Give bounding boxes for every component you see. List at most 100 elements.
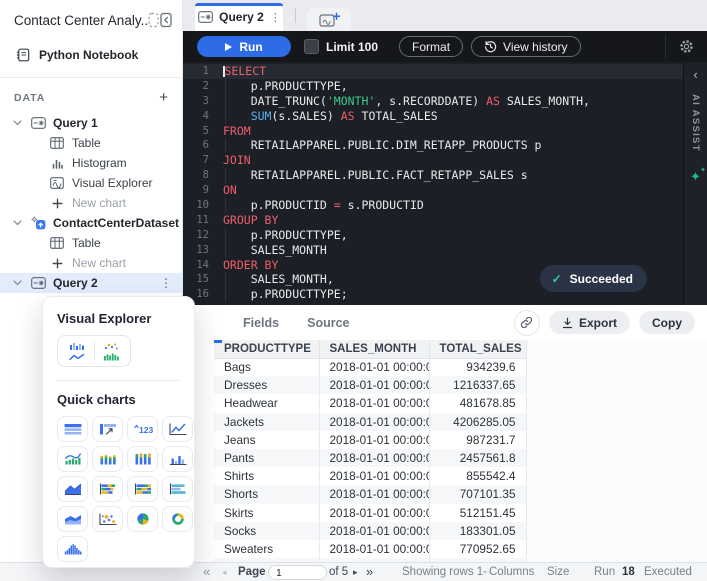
sidebar-item-python-notebook[interactable]: Python Notebook	[0, 42, 182, 68]
view-history-button[interactable]: View history	[471, 36, 580, 57]
line-number: 8	[183, 168, 219, 183]
tree-item-table[interactable]: Table	[0, 233, 182, 253]
chevron-down-icon[interactable]	[13, 280, 23, 286]
visual-explorer-button[interactable]	[57, 335, 131, 367]
tree-item-query-1[interactable]: Query 1	[0, 113, 182, 133]
code-line-7[interactable]: 7JOIN	[183, 153, 683, 168]
format-button[interactable]: Format	[399, 36, 463, 57]
code-line-4[interactable]: 4 SUM(s.SALES) AS TOTAL_SALES	[183, 109, 683, 124]
stacked-area-chart-icon[interactable]	[57, 506, 88, 532]
table-row[interactable]: Socks2018-01-01 00:00:00183301.05	[214, 522, 526, 540]
tree-item-contactcenterdataset[interactable]: ContactCenterDataset	[0, 213, 182, 233]
settings-gear-icon[interactable]	[666, 39, 707, 54]
tree-item-new-chart[interactable]: New chart	[0, 253, 182, 273]
column-chart-icon[interactable]	[127, 446, 158, 472]
table-row[interactable]: Sweaters2018-01-01 00:00:00770952.65	[214, 540, 526, 558]
line-number: 15	[183, 272, 219, 287]
line-number: 10	[183, 198, 219, 213]
plus-icon	[49, 198, 65, 209]
kebab-menu-icon[interactable]: ⋮	[160, 276, 182, 290]
chevron-down-icon[interactable]	[13, 220, 23, 226]
table-row[interactable]: Bags2018-01-01 00:00:00934239.6	[214, 358, 526, 376]
expand-panel-chevron-icon[interactable]: ‹	[693, 68, 697, 81]
ai-sparkle-icon[interactable]: ✦✦	[690, 170, 701, 183]
column-header-total_sales[interactable]: TOTAL_SALES	[429, 340, 526, 358]
workspace-title: Contact Center Analy...	[14, 13, 148, 28]
tree-item-new-chart[interactable]: New chart	[0, 193, 182, 213]
tree-item-histogram[interactable]: Histogram	[0, 153, 182, 173]
table-row[interactable]: Shirts2018-01-01 00:00:00855542.4	[214, 467, 526, 485]
tab-query-2[interactable]: Query 2 ⋮	[195, 3, 283, 31]
columns-label[interactable]: Columns	[489, 563, 534, 581]
table-row[interactable]: Jeans2018-01-01 00:00:00987231.7	[214, 431, 526, 449]
code-line-10[interactable]: 10 p.PRODUCTID = s.PRODUCTID	[183, 198, 683, 213]
table-row[interactable]: Shorts2018-01-01 00:00:00707101.35	[214, 485, 526, 503]
sql-editor[interactable]: 1SELECT2 p.PRODUCTTYPE,3 DATE_TRUNC('MON…	[183, 62, 683, 305]
collapse-sidebar-icon[interactable]	[148, 12, 172, 28]
code-line-2[interactable]: 2 p.PRODUCTTYPE,	[183, 79, 683, 94]
tab-kebab-menu-icon[interactable]: ⋮	[270, 11, 281, 24]
code-line-11[interactable]: 11GROUP BY	[183, 213, 683, 228]
tree-item-query-2[interactable]: Query 2⋮	[0, 273, 182, 293]
code-line-9[interactable]: 9ON	[183, 183, 683, 198]
pie-chart-icon[interactable]	[127, 506, 158, 532]
prev-page-button[interactable]: ◂	[222, 563, 227, 581]
bar-h-chart-icon[interactable]	[162, 476, 193, 502]
tab-source[interactable]: Source	[307, 316, 349, 330]
tree-item-visual-explorer[interactable]: Visual Explorer	[0, 173, 182, 193]
table-row[interactable]: Skirts2018-01-01 00:00:00512151.45	[214, 504, 526, 522]
size-label[interactable]: Size	[547, 563, 569, 581]
donut-chart-icon[interactable]	[162, 506, 193, 532]
limit-checkbox[interactable]: Limit 100	[304, 39, 378, 54]
line-number: 12	[183, 228, 219, 243]
scatter-chart-icon[interactable]	[92, 506, 123, 532]
line-number: 1	[183, 64, 219, 79]
area-chart-icon[interactable]	[57, 476, 88, 502]
chevron-down-icon[interactable]	[13, 120, 23, 126]
bar-chart-icon[interactable]	[162, 446, 193, 472]
combo-chart-icon[interactable]	[57, 446, 88, 472]
code-line-content: ORDER BY	[219, 258, 278, 273]
number-chart-icon[interactable]: 123	[127, 416, 158, 442]
table-row[interactable]: Jackets2018-01-01 00:00:004206285.05	[214, 413, 526, 431]
run-button[interactable]: Run	[197, 36, 291, 57]
tree-item-label: Visual Explorer	[72, 176, 152, 190]
query-icon	[30, 277, 46, 289]
table-cell: Bags	[214, 358, 319, 376]
code-line-1[interactable]: 1SELECT	[183, 64, 683, 79]
results-table-container[interactable]: PRODUCTTYPESALES_MONTHTOTAL_SALESBags201…	[214, 340, 527, 562]
code-line-content: p.PRODUCTTYPE;	[219, 287, 348, 302]
stacked-bar-100-chart-icon[interactable]	[127, 476, 158, 502]
code-line-6[interactable]: 6 RETAILAPPAREL.PUBLIC.DIM_RETAPP_PRODUC…	[183, 138, 683, 153]
column-header-sales_month[interactable]: SALES_MONTH	[319, 340, 429, 358]
export-button[interactable]: Export	[549, 311, 630, 334]
last-page-button[interactable]: »	[366, 563, 373, 581]
code-line-13[interactable]: 13 SALES_MONTH	[183, 243, 683, 258]
page-number-input[interactable]	[268, 565, 327, 580]
table-row[interactable]: Dresses2018-01-01 00:00:001216337.65	[214, 376, 526, 394]
table-chart-icon[interactable]	[57, 416, 88, 442]
tab-fields[interactable]: Fields	[243, 316, 279, 330]
stacked-column-chart-icon[interactable]	[92, 446, 123, 472]
pivot-chart-icon[interactable]	[92, 416, 123, 442]
line-number: 2	[183, 79, 219, 94]
copy-button[interactable]: Copy	[639, 311, 695, 334]
page-count-label: of 5	[329, 563, 348, 581]
next-page-button[interactable]: ▸	[353, 563, 358, 581]
code-line-12[interactable]: 12 p.PRODUCTTYPE,	[183, 228, 683, 243]
first-page-button[interactable]: «	[203, 563, 210, 581]
line-chart-icon[interactable]	[162, 416, 193, 442]
code-line-3[interactable]: 3 DATE_TRUNC('MONTH', s.RECORDDATE) AS S…	[183, 94, 683, 109]
table-row[interactable]: Headwear2018-01-01 00:00:00481678.85	[214, 394, 526, 412]
stacked-bar-h-chart-icon[interactable]	[92, 476, 123, 502]
code-line-5[interactable]: 5FROM	[183, 124, 683, 139]
table-row[interactable]: Pants2018-01-01 00:00:002457561.8	[214, 449, 526, 467]
histogram-chart-icon[interactable]	[57, 536, 88, 562]
add-data-button[interactable]: +	[159, 90, 168, 105]
link-icon[interactable]	[514, 310, 540, 336]
tree-item-table[interactable]: Table	[0, 133, 182, 153]
column-header-producttype[interactable]: PRODUCTTYPE	[214, 340, 319, 358]
code-line-8[interactable]: 8 RETAILAPPAREL.PUBLIC.FACT_RETAPP_SALES…	[183, 168, 683, 183]
table-icon	[49, 237, 65, 249]
new-chart-tab-button[interactable]	[307, 8, 351, 31]
